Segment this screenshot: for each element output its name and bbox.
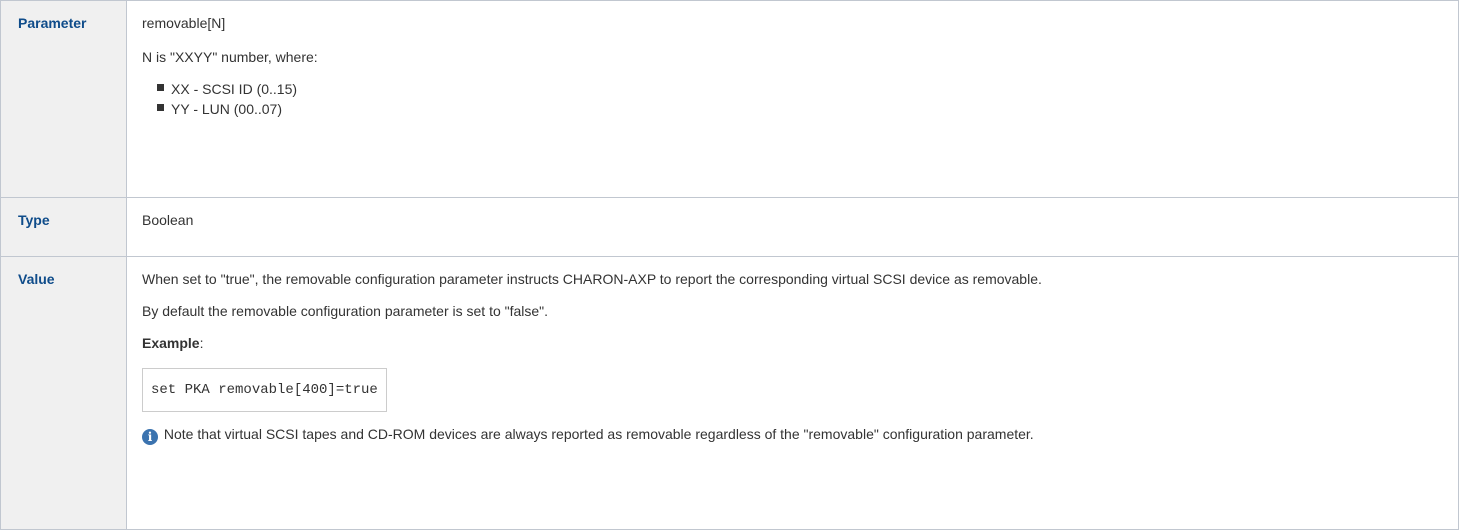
parameter-table: Parameter removable[N] N is "XXYY" numbe…: [0, 0, 1459, 530]
parameter-cell: removable[N] N is "XXYY" number, where: …: [126, 0, 1459, 198]
parameter-id-list: XX - SCSI ID (0..15) YY - LUN (00..07): [142, 79, 1448, 119]
row-header-parameter: Parameter: [0, 0, 127, 198]
value-description: When set to "true", the removable config…: [142, 271, 1042, 287]
square-bullet-icon: [157, 84, 164, 91]
list-item-text: YY - LUN (00..07): [171, 101, 283, 117]
table-row-parameter: Parameter removable[N] N is "XXYY" numbe…: [0, 0, 1459, 198]
example-heading: Example:: [142, 333, 1448, 353]
code-block: set PKA removable[400]=true: [142, 368, 387, 412]
parameter-name: removable[N]: [142, 15, 226, 31]
type-value: Boolean: [126, 197, 1459, 257]
table-row-type: Type Boolean: [0, 197, 1459, 257]
row-header-value: Value: [0, 256, 127, 530]
note-text: Note that virtual SCSI tapes and CD-ROM …: [163, 426, 1034, 442]
info-note: i Note that virtual SCSI tapes and CD-RO…: [142, 424, 1448, 445]
row-header-type: Type: [0, 197, 127, 257]
list-item-text: XX - SCSI ID (0..15): [171, 81, 298, 97]
list-item: XX - SCSI ID (0..15): [157, 79, 1448, 99]
default-description: By default the removable configuration p…: [142, 303, 549, 319]
info-icon: i: [142, 429, 158, 445]
value-cell: When set to "true", the removable config…: [126, 256, 1459, 530]
parameter-description: N is "XXYY" number, where:: [142, 49, 318, 65]
square-bullet-icon: [157, 104, 164, 111]
list-item: YY - LUN (00..07): [157, 99, 1448, 119]
example-label: Example: [142, 335, 200, 351]
example-suffix: :: [199, 335, 204, 351]
table-row-value: Value When set to "true", the removable …: [0, 256, 1459, 530]
